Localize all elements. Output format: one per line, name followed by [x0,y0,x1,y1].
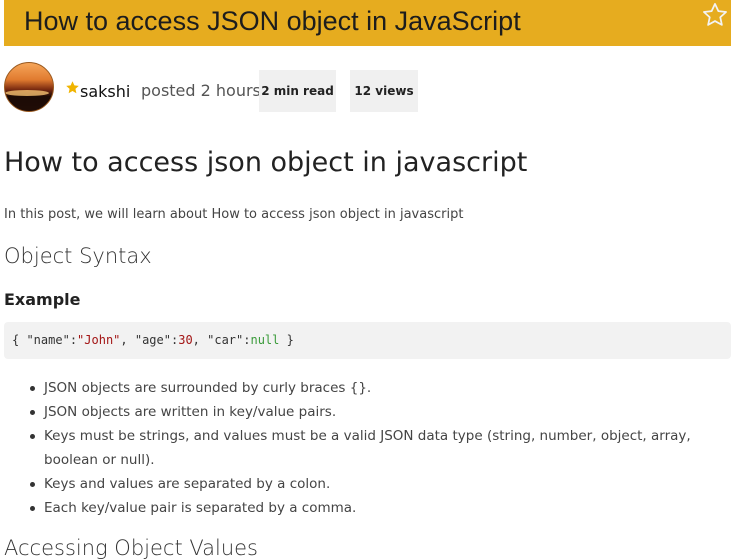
posted-time: posted 2 hours [141,81,261,100]
list-item: Each key/value pair is separated by a co… [30,496,731,520]
read-time-badge: 2 min read [259,70,336,112]
code-block: { "name":"John", "age":30, "car":null } [4,322,731,359]
author-name[interactable]: sakshi [80,82,130,101]
article-heading: How to access json object in javascript [4,147,528,178]
bookmark-star-icon[interactable] [701,1,729,29]
list-item: JSON objects are surrounded by curly bra… [30,376,731,400]
list-item: Keys and values are separated by a colon… [30,472,731,496]
article-intro: In this post, we will learn about How to… [4,207,464,222]
title-bar: How to access JSON object in JavaScript [4,0,731,46]
bullet-list: JSON objects are surrounded by curly bra… [4,376,731,520]
avatar[interactable] [4,62,54,112]
star-filled-icon [65,80,80,95]
example-label: Example [4,290,81,309]
views-badge: 12 views [350,70,418,112]
list-item: Keys must be strings, and values must be… [30,424,731,472]
next-section-heading: Accessing Object Values [4,536,258,560]
list-item: JSON objects are written in key/value pa… [30,400,731,424]
section-heading: Object Syntax [4,244,152,268]
page-title: How to access JSON object in JavaScript [24,6,521,36]
